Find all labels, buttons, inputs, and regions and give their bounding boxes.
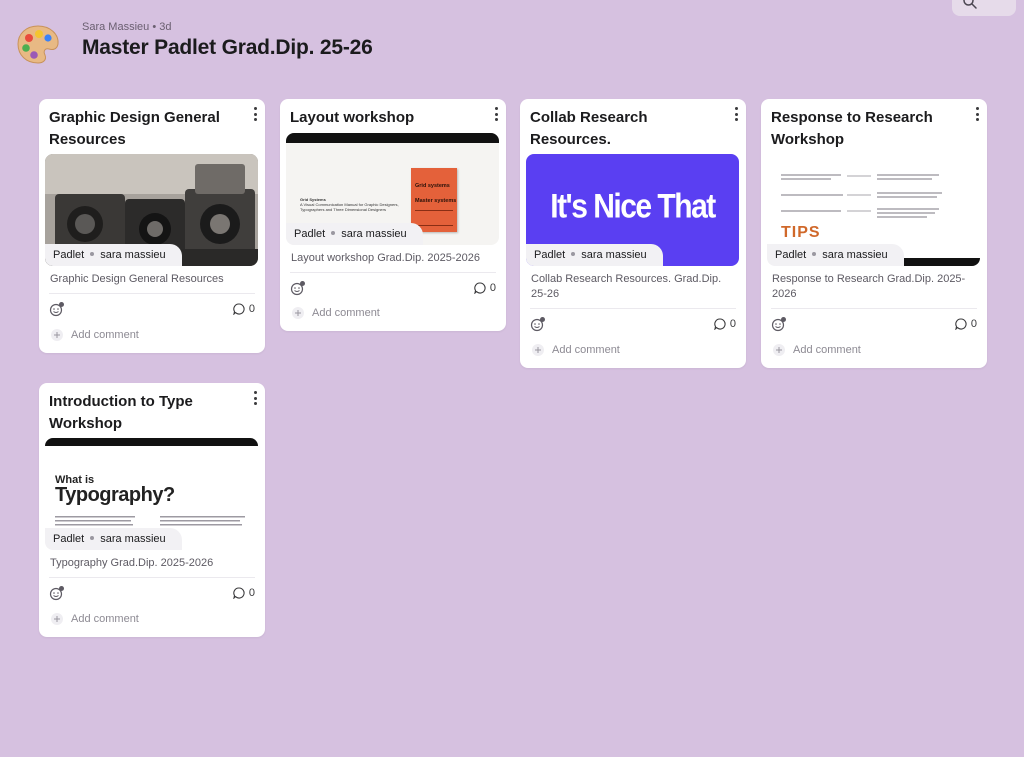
attribution-author: sara massieu (100, 533, 166, 545)
post-menu-button[interactable] (973, 107, 981, 121)
post-card[interactable]: Graphic Design General Resources Padlet s… (39, 99, 265, 353)
comment-icon (955, 318, 967, 330)
attribution-author: sara massieu (341, 228, 407, 240)
add-comment-label: Add comment (71, 329, 139, 341)
comment-count: 0 (489, 282, 496, 294)
divider (49, 577, 255, 578)
book-title: Grid systems (415, 183, 450, 189)
post-description: Response to Research Grad.Dip. 2025-2026 (772, 273, 966, 300)
search-button[interactable] (952, 0, 1016, 16)
comment-count: 0 (729, 318, 736, 330)
add-reaction-icon[interactable] (49, 301, 65, 317)
comment-icon (233, 303, 245, 315)
attribution-source: Padlet (53, 249, 85, 261)
post-menu-button[interactable] (492, 107, 500, 121)
thumb-headline: It's Nice That (550, 187, 716, 226)
comment-count: 0 (248, 303, 255, 315)
palette-icon (16, 24, 60, 64)
plus-icon (292, 307, 304, 319)
attribution-author: sara massieu (100, 249, 166, 261)
post-card[interactable]: Response to Research Workshop TIPS Padle… (761, 99, 987, 368)
board-age: 3d (159, 21, 172, 33)
add-comment-button[interactable]: Add comment (773, 344, 861, 356)
divider (771, 308, 977, 309)
comment-count: 0 (970, 318, 977, 330)
divider (530, 308, 736, 309)
post-menu-button[interactable] (732, 107, 740, 121)
post-menu-button[interactable] (251, 107, 259, 121)
board-author-meta: Sara Massieu • 3d (82, 21, 172, 33)
add-comment-button[interactable]: Add comment (532, 344, 620, 356)
post-description: Collab Research Resources. Grad.Dip. 25-… (531, 273, 722, 300)
attribution-author: sara massieu (822, 249, 888, 261)
add-comment-label: Add comment (312, 307, 380, 319)
comment-count-button[interactable]: 0 (714, 318, 736, 330)
plus-icon (773, 344, 785, 356)
thumb-tips: TIPS (781, 224, 821, 241)
attribution-source: Padlet (534, 249, 566, 261)
comment-count-button[interactable]: 0 (233, 303, 255, 315)
attribution-tag: Padlet sara massieu (45, 244, 182, 266)
post-menu-button[interactable] (251, 391, 259, 405)
comment-count: 0 (248, 587, 255, 599)
add-comment-label: Add comment (552, 344, 620, 356)
post-title: Graphic Design General Resources (49, 109, 220, 148)
add-reaction-icon[interactable] (771, 316, 787, 332)
plus-icon (51, 613, 63, 625)
plus-icon (532, 344, 544, 356)
add-comment-button[interactable]: Add comment (292, 307, 380, 319)
add-comment-button[interactable]: Add comment (51, 329, 139, 341)
comment-count-button[interactable]: 0 (474, 282, 496, 294)
post-title: Collab Research Resources. (530, 109, 648, 148)
add-comment-label: Add comment (793, 344, 861, 356)
comment-count-button[interactable]: 0 (233, 587, 255, 599)
attribution-author: sara massieu (581, 249, 647, 261)
add-comment-label: Add comment (71, 613, 139, 625)
board-title: Master Padlet Grad.Dip. 25-26 (82, 36, 373, 59)
post-title: Introduction to Type Workshop (49, 393, 193, 432)
thumb-left-sub: A Visual Communication Manual for Graphi… (300, 202, 399, 212)
comment-icon (233, 587, 245, 599)
book-title-2: Master systems (415, 198, 457, 204)
post-card[interactable]: Collab Research Resources. It's Nice Tha… (520, 99, 746, 368)
divider (290, 272, 496, 273)
attribution-source: Padlet (294, 228, 326, 240)
search-icon (963, 0, 977, 9)
add-reaction-icon[interactable] (290, 280, 306, 296)
thumb-big-heading: Typography? (55, 484, 175, 506)
board-author: Sara Massieu (82, 21, 150, 33)
attribution-tag: Padlet sara massieu (526, 244, 663, 266)
post-description: Typography Grad.Dip. 2025-2026 (50, 557, 214, 569)
post-title: Response to Research Workshop (771, 109, 933, 148)
add-comment-button[interactable]: Add comment (51, 613, 139, 625)
add-reaction-icon[interactable] (49, 585, 65, 601)
attribution-source: Padlet (775, 249, 807, 261)
add-reaction-icon[interactable] (530, 316, 546, 332)
comment-icon (474, 282, 486, 294)
post-card[interactable]: Layout workshop Grid Systems A Visual Co… (280, 99, 506, 331)
post-description: Graphic Design General Resources (50, 273, 224, 285)
post-description: Layout workshop Grad.Dip. 2025-2026 (291, 252, 480, 264)
comment-icon (714, 318, 726, 330)
post-card[interactable]: Introduction to Type Workshop What is Ty… (39, 383, 265, 637)
comment-count-button[interactable]: 0 (955, 318, 977, 330)
divider (49, 293, 255, 294)
post-title: Layout workshop (290, 109, 415, 126)
attribution-tag: Padlet sara massieu (45, 528, 182, 550)
attribution-tag: Padlet sara massieu (286, 223, 423, 245)
attribution-source: Padlet (53, 533, 85, 545)
plus-icon (51, 329, 63, 341)
attribution-tag: Padlet sara massieu (767, 244, 904, 266)
